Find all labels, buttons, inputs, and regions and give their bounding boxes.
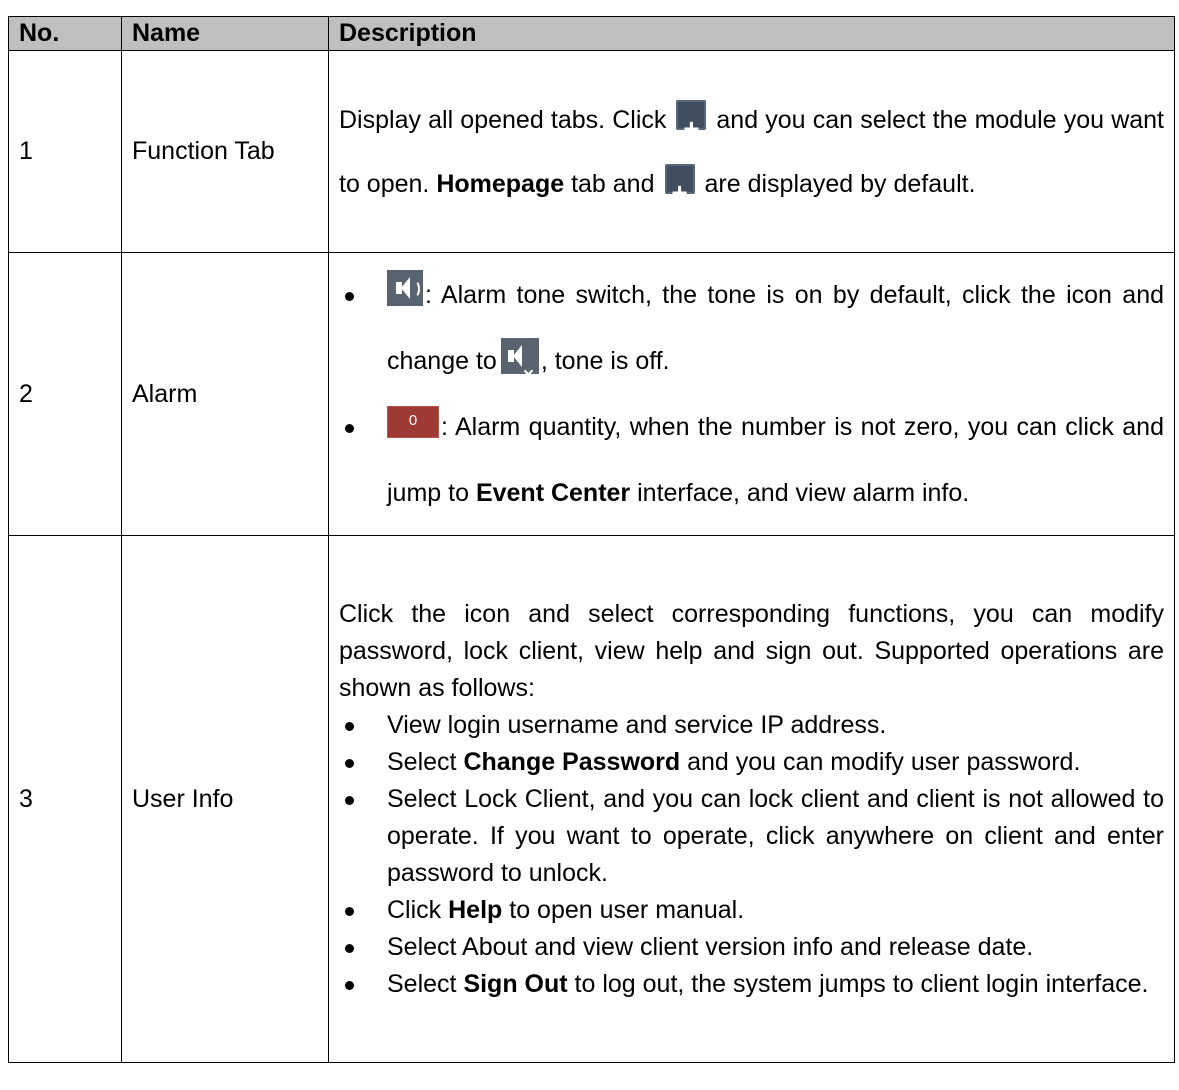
list-item: Select About and view client version inf…	[339, 929, 1164, 966]
bullet-list: : Alarm tone switch, the tone is on by d…	[339, 262, 1164, 526]
desc-text: interface, and view alarm info.	[637, 479, 970, 507]
row-name: User Info	[121, 535, 329, 1063]
desc-text: to log out, the system jumps to client l…	[574, 969, 1149, 998]
bold-term: Sign Out	[463, 969, 568, 998]
row-description: : Alarm tone switch, the tone is on by d…	[328, 252, 1175, 536]
mute-icon: ×	[500, 338, 539, 386]
list-item: Click Help to open user manual.	[339, 892, 1164, 929]
desc-text: , tone is off.	[540, 347, 670, 375]
header-description: Description	[328, 16, 1175, 51]
desc-text: Display all opened tabs. Click	[339, 105, 667, 134]
desc-text: Select	[387, 747, 457, 776]
row-no: 3	[8, 535, 122, 1063]
desc-intro: Click the icon and select corresponding …	[339, 599, 1164, 702]
desc-text: to open user manual.	[509, 895, 745, 924]
bullet-list: View login username and service IP addre…	[339, 707, 1164, 1003]
bold-term: Change Password	[463, 747, 681, 776]
list-item: Select Sign Out to log out, the system j…	[339, 966, 1164, 1003]
bold-term: Help	[448, 895, 503, 924]
header-no: No.	[8, 16, 122, 51]
list-item: Select Lock Client, and you can lock cli…	[339, 781, 1164, 892]
row-name: Alarm	[121, 252, 329, 536]
speaker-icon	[387, 270, 423, 307]
desc-text: Select	[387, 969, 457, 998]
table-header-row: No. Name Description	[8, 16, 1175, 51]
row-no: 1	[8, 50, 122, 253]
desc-text: Click	[387, 895, 442, 924]
description-table: No. Name Description 1 Function Tab Disp…	[8, 16, 1175, 1063]
list-item: Select Change Password and you can modif…	[339, 744, 1164, 781]
table-row: 1 Function Tab Display all opened tabs. …	[8, 50, 1175, 253]
desc-text: tab and	[571, 169, 655, 198]
bold-term: Homepage	[436, 169, 565, 198]
plus-icon	[664, 161, 695, 225]
row-description: Click the icon and select corresponding …	[328, 535, 1175, 1063]
table-row: 2 Alarm : Alarm tone switch, the tone is…	[8, 252, 1175, 536]
list-item: View login username and service IP addre…	[339, 707, 1164, 744]
alarm-count-badge: 0	[387, 406, 439, 439]
row-description: Display all opened tabs. Clickand you ca…	[328, 50, 1175, 253]
table-row: 3 User Info Click the icon and select co…	[8, 535, 1175, 1063]
desc-text: are displayed by default.	[704, 169, 976, 198]
row-no: 2	[8, 252, 122, 536]
header-name: Name	[121, 16, 329, 51]
desc-text: and you can modify user password.	[687, 747, 1081, 776]
row-name: Function Tab	[121, 50, 329, 253]
bold-term: Event Center	[475, 479, 631, 507]
plus-icon	[676, 97, 707, 161]
list-item: 0: Alarm quantity, when the number is no…	[339, 394, 1164, 526]
list-item: : Alarm tone switch, the tone is on by d…	[339, 262, 1164, 394]
